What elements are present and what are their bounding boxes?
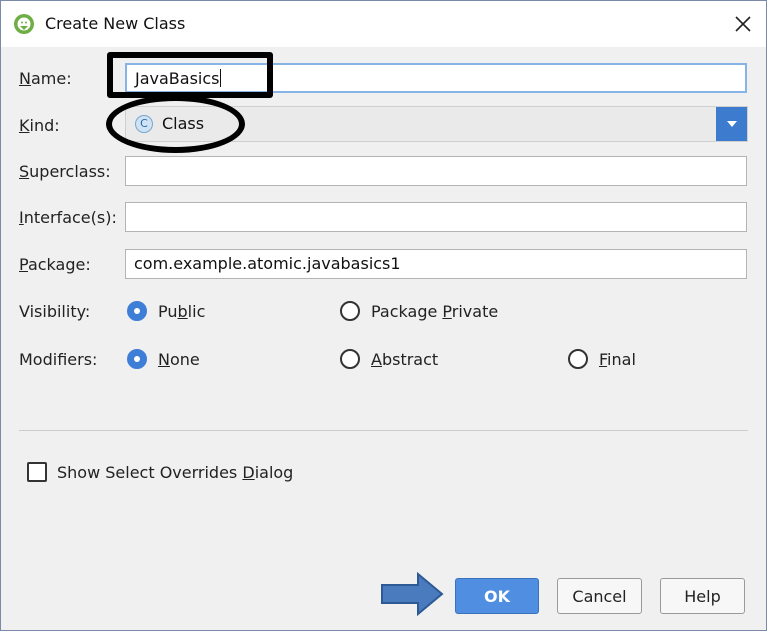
ok-button[interactable]: OK xyxy=(455,578,539,614)
package-input[interactable]: com.example.atomic.javabasics1 xyxy=(125,249,747,279)
name-label: Name: xyxy=(19,69,72,88)
right-arrow-icon xyxy=(381,572,444,616)
cancel-button[interactable]: Cancel xyxy=(557,578,642,614)
modifier-final-label: Final xyxy=(599,350,636,369)
visibility-package-private-radio[interactable] xyxy=(340,301,360,321)
window-title: Create New Class xyxy=(45,14,186,33)
kind-dropdown-button[interactable] xyxy=(716,107,747,141)
title-bar: Create New Class xyxy=(1,1,766,47)
visibility-public-label: Public xyxy=(158,302,206,321)
interfaces-label: Interface(s): xyxy=(19,208,117,227)
interfaces-input[interactable] xyxy=(125,202,747,232)
highlight-oval-annotation xyxy=(106,95,245,153)
show-overrides-checkbox[interactable] xyxy=(27,462,47,482)
show-overrides-label: Show Select Overrides Dialog xyxy=(57,463,294,482)
modifier-none-label: None xyxy=(158,350,200,369)
close-icon xyxy=(735,16,751,32)
kind-label: Kind: xyxy=(19,116,60,135)
superclass-input[interactable] xyxy=(125,156,747,186)
visibility-public-radio[interactable] xyxy=(127,301,147,321)
modifiers-label: Modifiers: xyxy=(19,350,98,369)
modifier-abstract-radio[interactable] xyxy=(340,349,360,369)
package-label: Package: xyxy=(19,255,91,274)
modifier-none-radio[interactable] xyxy=(127,349,147,369)
close-button[interactable] xyxy=(726,7,760,41)
separator xyxy=(19,430,748,431)
visibility-label: Visibility: xyxy=(19,302,91,321)
modifier-abstract-label: Abstract xyxy=(371,350,439,369)
modifier-final-radio[interactable] xyxy=(568,349,588,369)
visibility-package-private-label: Package Private xyxy=(371,302,499,321)
help-button[interactable]: Help xyxy=(660,578,745,614)
android-studio-icon xyxy=(14,14,34,34)
highlight-rectangle-annotation xyxy=(107,52,273,98)
chevron-down-icon xyxy=(726,121,737,127)
superclass-label: Superclass: xyxy=(19,162,111,181)
